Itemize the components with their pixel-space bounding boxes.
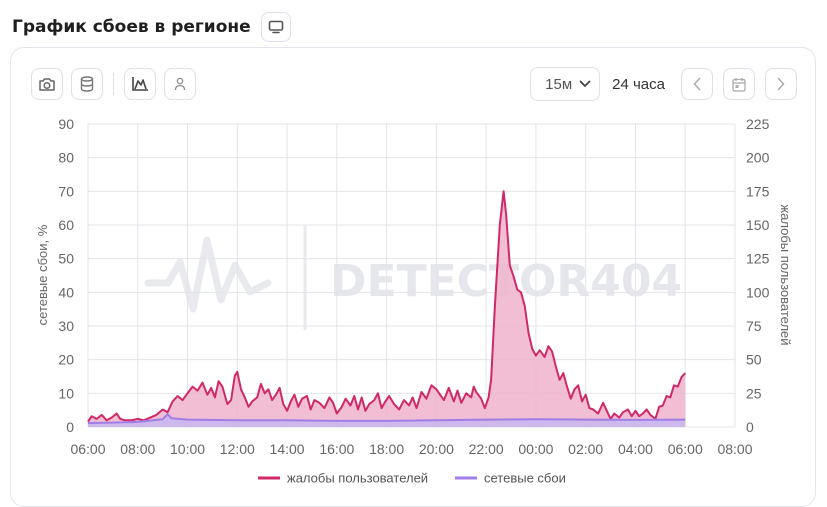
y-left-axis-title: сетевые сбои, % bbox=[35, 224, 50, 325]
y-left-tick-label: 0 bbox=[66, 419, 74, 435]
x-tick-label: 12:00 bbox=[220, 441, 255, 457]
y-left-tick-label: 50 bbox=[58, 251, 74, 267]
y-left-tick-label: 10 bbox=[58, 385, 74, 401]
y-left-tick-label: 40 bbox=[58, 284, 74, 300]
legend-label: сетевые сбои bbox=[484, 471, 566, 486]
x-tick-label: 06:00 bbox=[70, 441, 105, 457]
legend-label: жалобы пользователей bbox=[287, 471, 428, 486]
y-right-tick-label: 0 bbox=[746, 419, 754, 435]
legend-item-1[interactable]: сетевые сбои bbox=[455, 471, 566, 486]
watermark-logo bbox=[144, 236, 272, 313]
y-left-tick-label: 30 bbox=[58, 318, 74, 334]
y-right-tick-label: 125 bbox=[746, 251, 770, 267]
x-tick-label: 22:00 bbox=[469, 441, 504, 457]
y-right-tick-label: 50 bbox=[746, 352, 762, 368]
x-tick-label: 08:00 bbox=[717, 441, 752, 457]
chart-legend: жалобы пользователей сетевые сбои bbox=[258, 471, 566, 486]
outage-chart: DETECTOR404 0 0 10 25 20 50 30 75 40 100 50 125 60 15… bbox=[35, 116, 793, 486]
x-tick-label: 14:00 bbox=[270, 441, 305, 457]
y-left-tick-label: 60 bbox=[58, 217, 74, 233]
y-left-tick-label: 70 bbox=[58, 183, 74, 199]
y-right-tick-label: 225 bbox=[746, 116, 770, 132]
x-tick-label: 06:00 bbox=[668, 441, 703, 457]
x-tick-label: 00:00 bbox=[518, 441, 553, 457]
y-left-tick-label: 90 bbox=[58, 116, 74, 132]
x-tick-label: 02:00 bbox=[568, 441, 603, 457]
watermark: DETECTOR404 bbox=[144, 225, 682, 330]
y-right-tick-label: 175 bbox=[746, 183, 770, 199]
legend-item-0[interactable]: жалобы пользователей bbox=[258, 471, 428, 486]
y-right-tick-label: 150 bbox=[746, 217, 770, 233]
y-left-tick-label: 20 bbox=[58, 352, 74, 368]
x-tick-label: 10:00 bbox=[170, 441, 205, 457]
y-right-tick-label: 75 bbox=[746, 318, 762, 334]
x-tick-label: 04:00 bbox=[618, 441, 653, 457]
x-tick-label: 16:00 bbox=[319, 441, 354, 457]
y-right-tick-label: 100 bbox=[746, 284, 770, 300]
y-right-axis-title: жалобы пользователей bbox=[778, 204, 793, 345]
x-tick-label: 18:00 bbox=[369, 441, 404, 457]
x-tick-label: 20:00 bbox=[419, 441, 454, 457]
y-right-tick-label: 200 bbox=[746, 150, 770, 166]
y-left-tick-label: 80 bbox=[58, 150, 74, 166]
y-right-tick-label: 25 bbox=[746, 385, 762, 401]
x-tick-label: 08:00 bbox=[120, 441, 155, 457]
